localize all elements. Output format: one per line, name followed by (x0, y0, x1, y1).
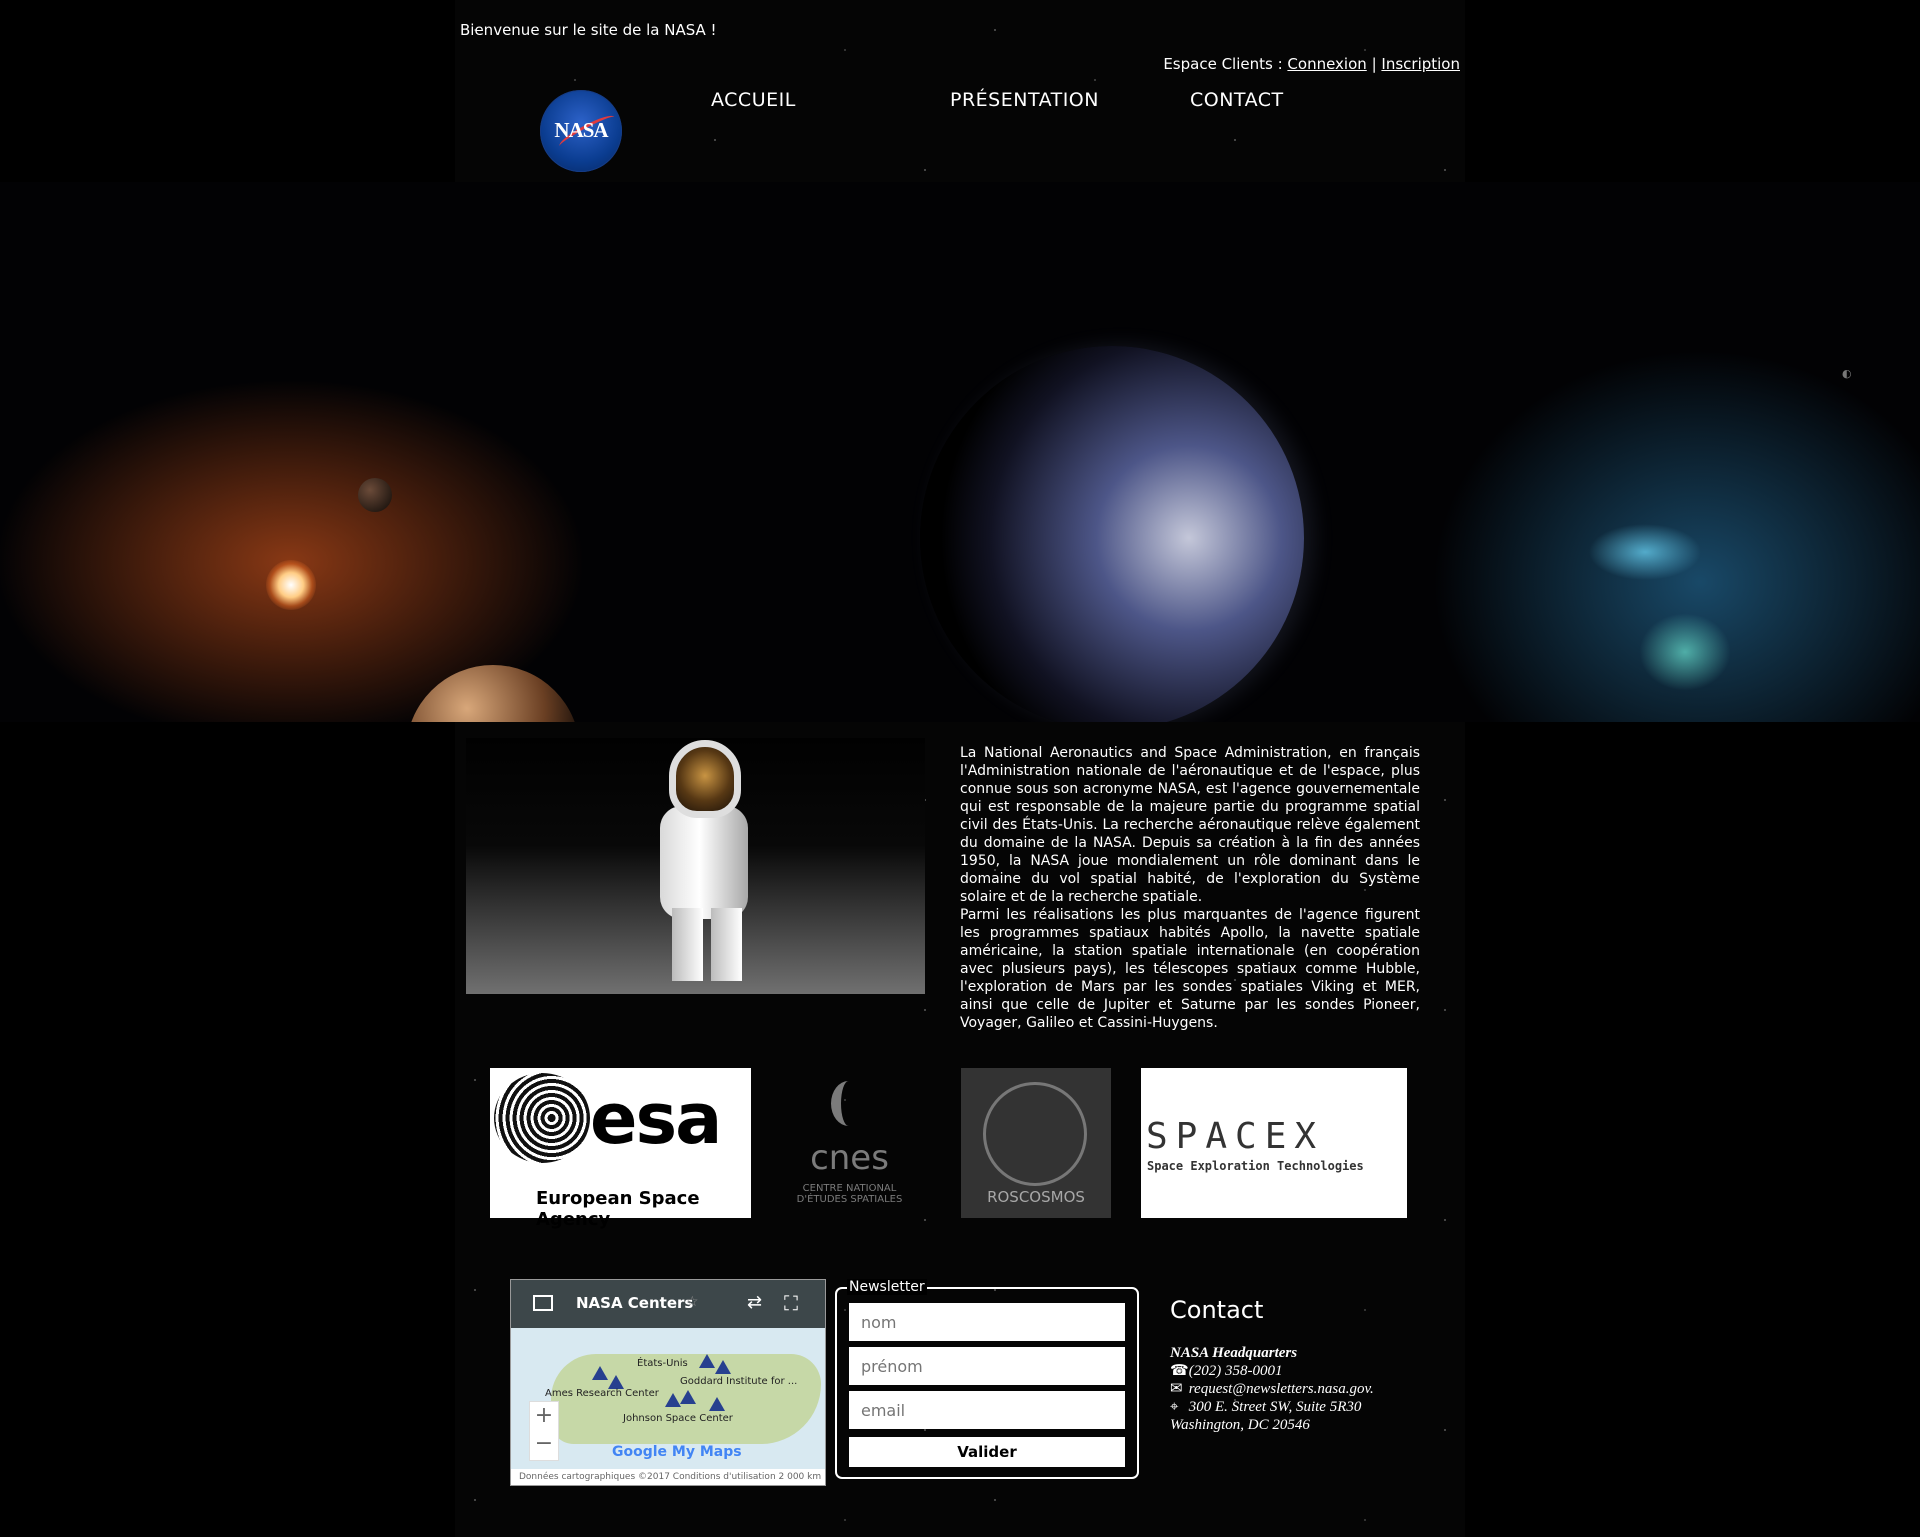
spacex-subtitle: Space Exploration Technologies (1147, 1159, 1364, 1173)
mail-icon: ✉ (1170, 1381, 1183, 1397)
cnes-logo[interactable]: cnes CENTRE NATIONAL D'ÉTUDES SPATIALES (783, 1068, 916, 1218)
fullscreen-icon[interactable]: ⛶ (784, 1291, 798, 1315)
nasa-description: La National Aeronautics and Space Admini… (960, 744, 1420, 1032)
roscosmos-logo[interactable]: ROSCOSMOS (961, 1068, 1111, 1218)
cnes-mark (831, 1081, 866, 1126)
nav-accueil[interactable]: ACCUEIL (711, 89, 796, 111)
email-field[interactable] (849, 1391, 1125, 1429)
location-pin-icon: ⌖ (1170, 1399, 1179, 1415)
corner-watermark: ◐ (1842, 367, 1852, 380)
share-icon[interactable]: ⇄ (747, 1292, 762, 1313)
roscosmos-ring (983, 1082, 1087, 1186)
astronaut-suit (660, 806, 748, 919)
first-name-field[interactable] (849, 1347, 1125, 1385)
partner-logos: esa European Space Agency cnes CENTRE NA… (490, 1068, 1410, 1230)
newsletter-title: Newsletter (847, 1279, 927, 1295)
astronaut-left-leg (672, 908, 703, 981)
phone-icon: ☎ (1170, 1363, 1189, 1379)
star-icon[interactable]: ☆ (686, 1294, 699, 1310)
map-marker[interactable] (608, 1375, 624, 1389)
esa-wordmark: esa (590, 1078, 722, 1160)
roscosmos-name: ROSCOSMOS (987, 1188, 1085, 1206)
client-space: Espace Clients : Connexion | Inscription (1163, 55, 1460, 73)
blue-nebula (1535, 432, 1780, 722)
google-my-maps-logo: Google My Maps (612, 1444, 742, 1460)
spacex-logo[interactable]: SPACEX Space Exploration Technologies (1141, 1068, 1407, 1218)
small-planet (358, 478, 392, 512)
client-space-label: Espace Clients : (1163, 55, 1283, 73)
esa-logo[interactable]: esa European Space Agency (490, 1068, 751, 1230)
welcome-message: Bienvenue sur le site de la NASA ! (460, 21, 717, 39)
headquarters-name: NASA Headquarters (1170, 1345, 1298, 1361)
esa-circle-mark (494, 1073, 590, 1163)
address-city: Washington, DC 20546 (1170, 1417, 1310, 1433)
astronaut-figure (656, 740, 752, 987)
nasa-logo-text: NASA (554, 118, 608, 142)
signup-link[interactable]: Inscription (1381, 55, 1460, 73)
map-marker[interactable] (699, 1354, 715, 1368)
phone-line: ☎ (202) 358-0001 (1170, 1362, 1374, 1380)
description-paragraph-1: La National Aeronautics and Space Admini… (960, 745, 1420, 905)
map-footer: Données cartographiques ©2017 Conditions… (511, 1469, 825, 1485)
zoom-in-button[interactable]: + (530, 1402, 558, 1430)
map-zoom-controls[interactable]: + − (529, 1401, 559, 1461)
email-line: ✉ request@newsletters.nasa.gov. (1170, 1380, 1374, 1398)
nasa-centers-map[interactable]: NASA Centers ☆ ⇄ ⛶ États-Unis Goddard In… (510, 1279, 826, 1486)
left-planet (406, 665, 580, 722)
address-line-1: ⌖ 300 E. Street SW, Suite 5R30 (1170, 1398, 1374, 1416)
star-glow (266, 560, 316, 610)
contact-email[interactable]: request@newsletters.nasa.gov. (1189, 1381, 1374, 1397)
map-panel-icon[interactable] (533, 1295, 553, 1311)
name-field[interactable] (849, 1303, 1125, 1341)
client-separator: | (1371, 55, 1377, 73)
login-link[interactable]: Connexion (1287, 55, 1366, 73)
submit-button[interactable]: Valider (849, 1437, 1125, 1467)
spacex-wordmark: SPACEX (1146, 1116, 1325, 1157)
description-paragraph-2: Parmi les réalisations les plus marquant… (960, 907, 1420, 1031)
nav-contact[interactable]: CONTACT (1190, 89, 1284, 111)
phone-number: (202) 358-0001 (1188, 1363, 1283, 1379)
large-planet (920, 346, 1304, 722)
cnes-subtitle: CENTRE NATIONAL D'ÉTUDES SPATIALES (796, 1183, 903, 1205)
map-label-johnson[interactable]: Johnson Space Center (623, 1413, 733, 1424)
astronaut-on-moon-image (466, 738, 925, 994)
map-label-usa: États-Unis (637, 1358, 688, 1369)
map-marker[interactable] (680, 1390, 696, 1404)
contact-details: NASA Headquarters ☎ (202) 358-0001 ✉ req… (1170, 1344, 1374, 1434)
newsletter-form: Newsletter Valider (835, 1279, 1139, 1479)
map-title: NASA Centers (576, 1294, 694, 1312)
map-marker[interactable] (715, 1360, 731, 1374)
map-marker[interactable] (592, 1366, 608, 1380)
nav-presentation[interactable]: PRÉSENTATION (950, 89, 1099, 111)
map-marker[interactable] (665, 1393, 681, 1407)
address-street: 300 E. Street SW, Suite 5R30 (1188, 1399, 1362, 1415)
map-label-goddard[interactable]: Goddard Institute for ... (680, 1376, 797, 1387)
cnes-wordmark: cnes (810, 1138, 889, 1178)
astronaut-helmet (669, 740, 741, 818)
astronaut-right-leg (711, 908, 742, 981)
esa-subtitle: European Space Agency (536, 1188, 700, 1230)
space-banner: ✎ ◐ (0, 182, 1920, 722)
map-marker[interactable] (709, 1397, 725, 1411)
contact-title: Contact (1170, 1296, 1264, 1324)
map-label-ames[interactable]: Ames Research Center (545, 1388, 659, 1399)
zoom-out-button[interactable]: − (530, 1430, 558, 1458)
map-header: NASA Centers ☆ ⇄ ⛶ (511, 1280, 825, 1328)
nasa-logo[interactable]: NASA (540, 90, 622, 172)
